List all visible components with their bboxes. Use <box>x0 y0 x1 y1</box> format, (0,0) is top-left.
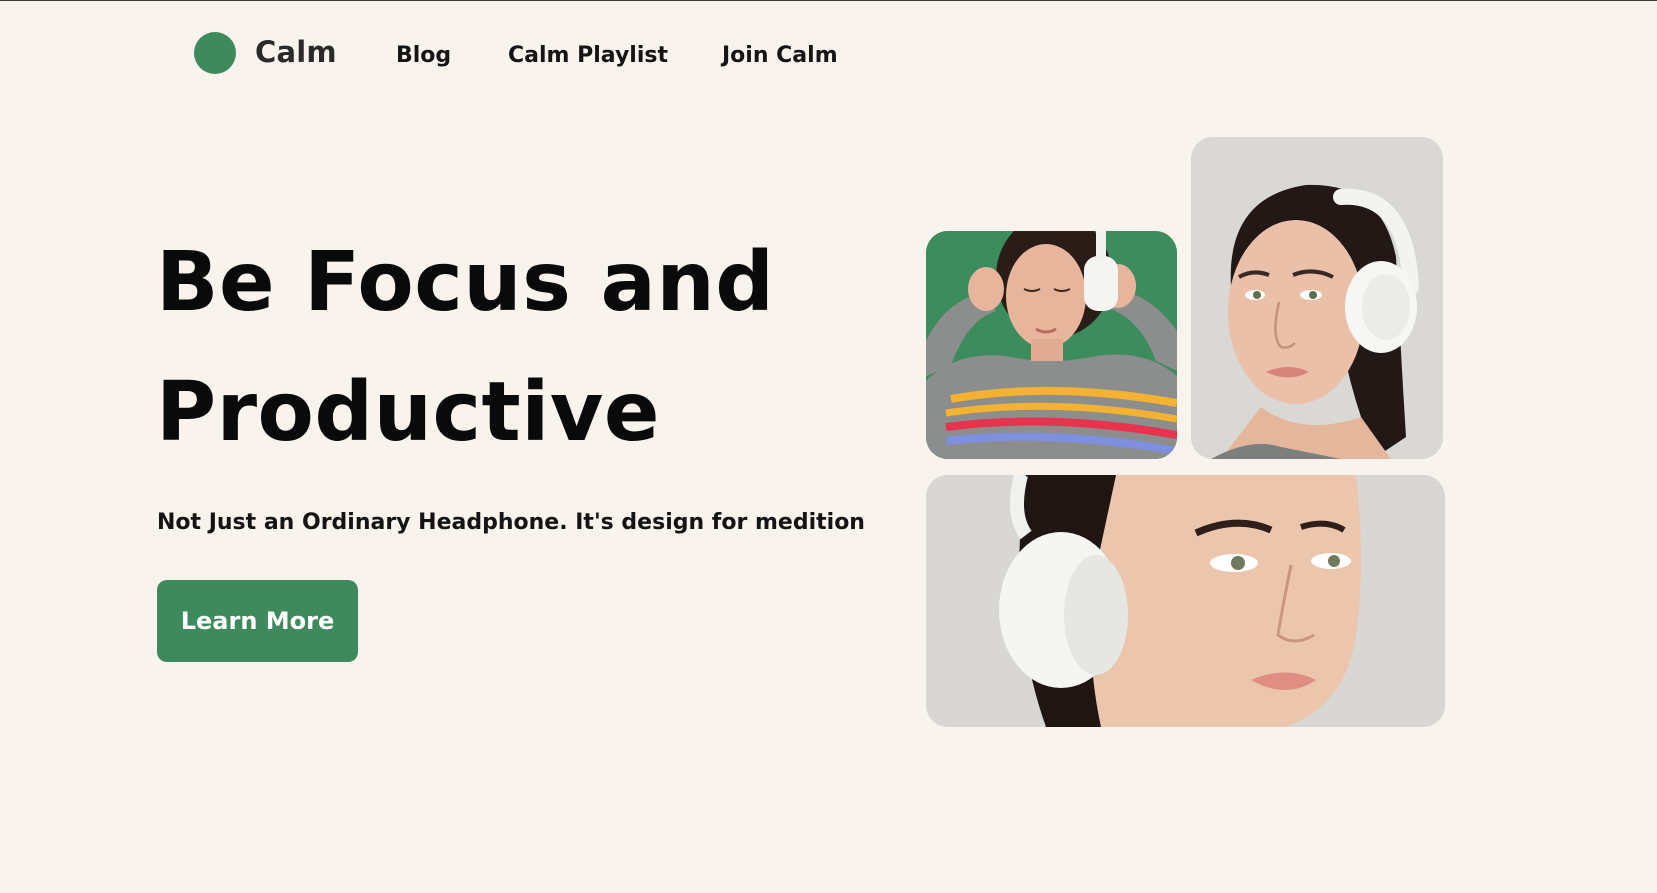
hero-subtitle: Not Just an Ordinary Headphone. It's des… <box>157 510 865 535</box>
navbar: Calm Blog Calm Playlist Join Calm <box>0 0 1657 110</box>
hero-title: Be Focus and Productive <box>156 218 856 478</box>
woman-headphones-profile-illustration <box>1191 137 1443 459</box>
learn-more-button[interactable]: Learn More <box>157 580 358 662</box>
woman-headphones-green-illustration <box>926 231 1177 459</box>
photo-woman-profile <box>1191 137 1443 459</box>
photo-woman-green-backdrop <box>926 231 1177 459</box>
photo-woman-closeup <box>926 475 1445 727</box>
hero-title-line-1: Be Focus and <box>156 235 775 330</box>
nav-link-join-calm[interactable]: Join Calm <box>722 43 838 68</box>
woman-headphones-closeup-illustration <box>926 475 1445 727</box>
hero-title-line-2: Productive <box>156 365 660 460</box>
nav-link-calm-playlist[interactable]: Calm Playlist <box>508 43 668 68</box>
logo-mark[interactable] <box>194 32 236 74</box>
logo-text[interactable]: Calm <box>255 35 337 69</box>
nav-link-blog[interactable]: Blog <box>396 43 451 68</box>
